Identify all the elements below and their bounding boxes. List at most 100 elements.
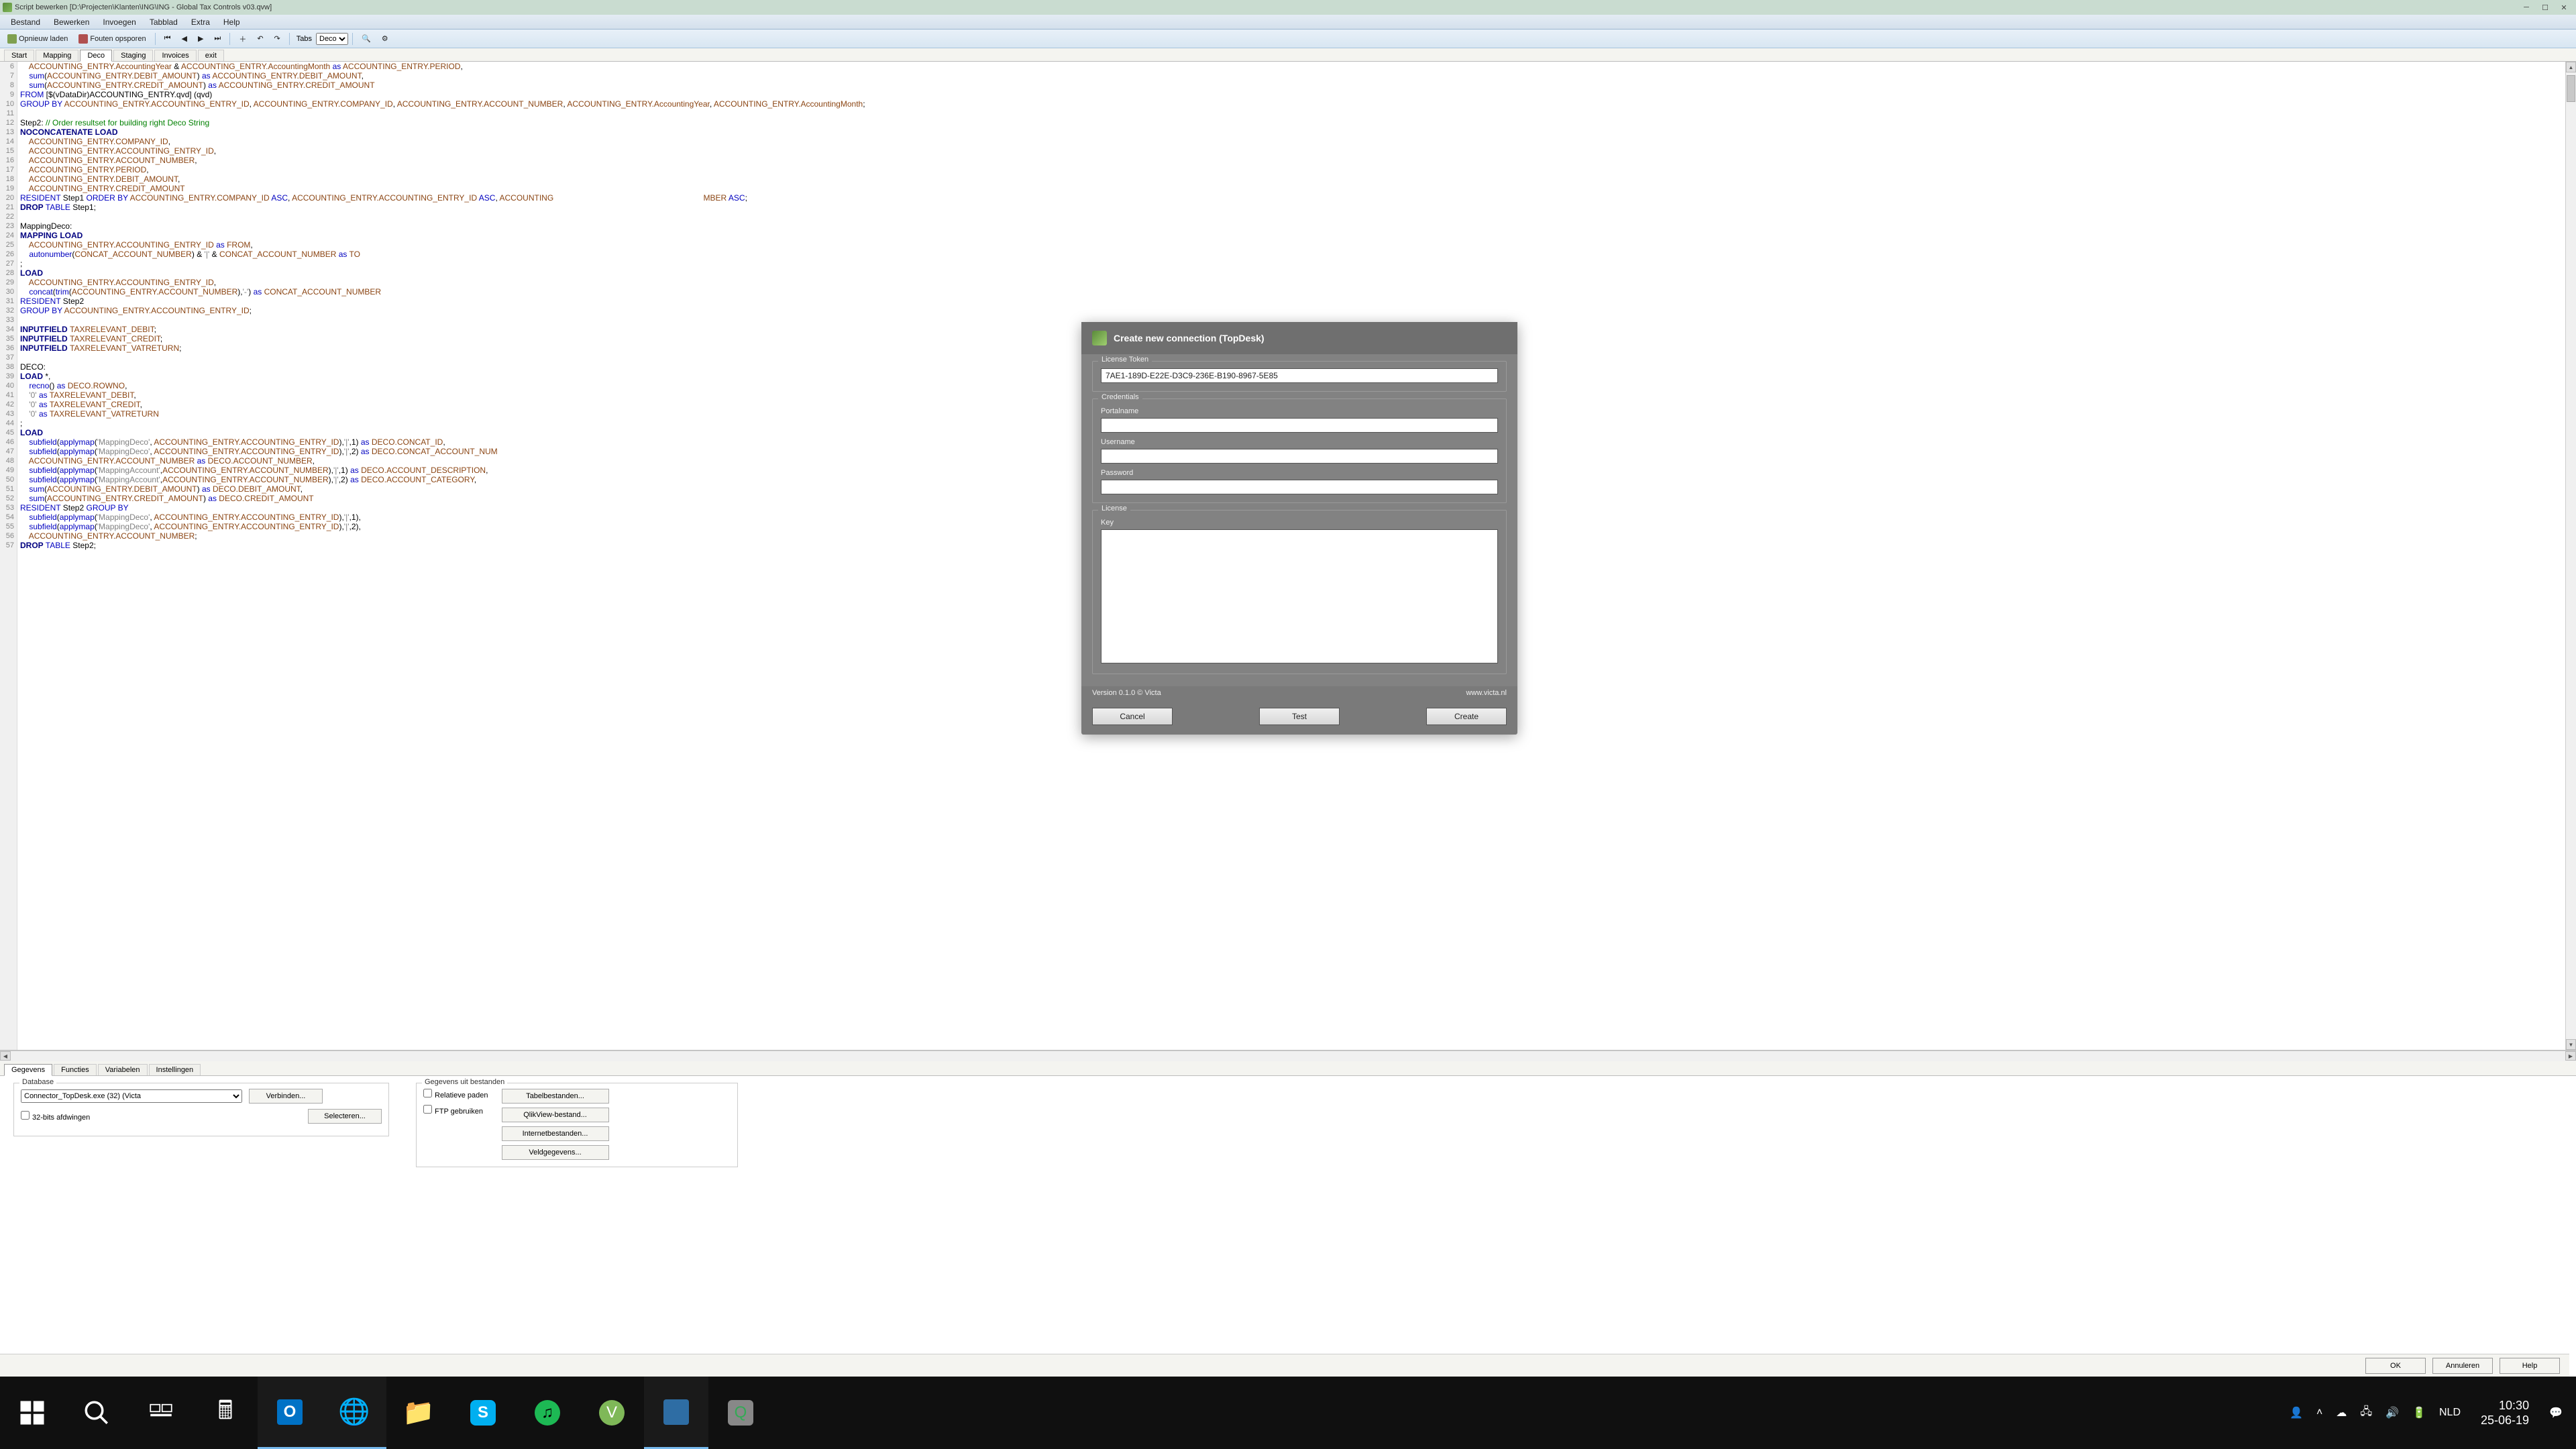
minimize-button[interactable]: ─	[2517, 1, 2536, 14]
dialog-create-button[interactable]: Create	[1426, 708, 1507, 725]
qlikview-file-button[interactable]: QlikView-bestand...	[502, 1108, 609, 1122]
use-ftp-label[interactable]: FTP gebruiken	[423, 1105, 483, 1116]
bottom-tab-instellingen[interactable]: Instellingen	[149, 1064, 201, 1075]
tab-first-button[interactable]: ⏮	[160, 32, 176, 45]
menu-help[interactable]: Help	[217, 16, 247, 28]
spotify-app[interactable]: ♫	[515, 1377, 580, 1449]
start-button[interactable]	[0, 1377, 64, 1449]
menu-extra[interactable]: Extra	[184, 16, 217, 28]
onedrive-icon[interactable]: ☁	[2336, 1406, 2347, 1419]
window-titlebar: Script bewerken [D:\Projecten\Klanten\IN…	[0, 0, 2576, 15]
scroll-right-arrow[interactable]: ▶	[2565, 1051, 2576, 1061]
bottom-panel: Database Connector_TopDesk.exe (32) (Vic…	[0, 1076, 2576, 1264]
tab-move-right-button[interactable]: ↷	[270, 32, 285, 45]
connect-button[interactable]: Verbinden...	[249, 1089, 323, 1104]
script-tab-staging[interactable]: Staging	[113, 50, 153, 61]
ok-button[interactable]: OK	[2365, 1358, 2426, 1374]
license-token-input[interactable]	[1101, 368, 1498, 383]
username-input[interactable]	[1101, 449, 1498, 464]
clock-time: 10:30	[2481, 1398, 2529, 1413]
search-button[interactable]: 🔍	[357, 32, 376, 45]
language-indicator[interactable]: NLD	[2439, 1407, 2461, 1419]
password-input[interactable]	[1101, 480, 1498, 494]
qlikview-app[interactable]	[644, 1377, 708, 1449]
toolbar-separator-3	[289, 33, 290, 45]
people-icon[interactable]: 👤	[2290, 1406, 2303, 1419]
chrome-app[interactable]: 🌐	[322, 1377, 386, 1449]
menu-invoegen[interactable]: Invoegen	[96, 16, 142, 28]
scroll-thumb[interactable]	[2567, 75, 2575, 102]
help-button[interactable]: Help	[2500, 1358, 2560, 1374]
outlook-app[interactable]: O	[258, 1377, 322, 1449]
skype-app[interactable]: S	[451, 1377, 515, 1449]
script-tab-invoices[interactable]: Invoices	[154, 50, 196, 61]
scroll-left-arrow[interactable]: ◀	[0, 1051, 11, 1061]
tab-next-button[interactable]: ▶	[193, 32, 208, 45]
volume-icon[interactable]: 🔊	[2385, 1406, 2399, 1419]
dialog-test-button[interactable]: Test	[1259, 708, 1340, 725]
tray-chevron-up-icon[interactable]: ˄	[2316, 1407, 2322, 1419]
file-explorer-app[interactable]: 📁	[386, 1377, 451, 1449]
bottom-panel-tabs: Gegevens Functies Variabelen Instellinge…	[0, 1061, 2576, 1076]
scroll-up-arrow[interactable]: ▲	[2566, 62, 2576, 72]
force-32bit-checkbox[interactable]	[21, 1111, 30, 1120]
close-button[interactable]: ✕	[2555, 1, 2573, 14]
use-ftp-checkbox[interactable]	[423, 1105, 432, 1114]
toolbar-separator	[155, 33, 156, 45]
relative-paths-checkbox[interactable]	[423, 1089, 432, 1097]
connector-dropdown[interactable]: Connector_TopDesk.exe (32) (Victa	[21, 1089, 242, 1103]
menu-bestand[interactable]: Bestand	[4, 16, 47, 28]
tab-last-button[interactable]: ⏭	[209, 32, 225, 45]
script-tab-start[interactable]: Start	[4, 50, 34, 61]
hscroll-track[interactable]	[11, 1051, 2565, 1061]
credentials-fieldset: Credentials Portalname Username Password	[1092, 398, 1507, 503]
settings-button[interactable]: ⚙	[377, 32, 393, 45]
vertical-scrollbar[interactable]: ▲ ▼	[2565, 62, 2576, 1050]
internet-files-button[interactable]: Internetbestanden...	[502, 1126, 609, 1141]
dialog-info-row: Version 0.1.0 © Victa www.victa.nl	[1081, 686, 1517, 704]
menu-bewerken[interactable]: Bewerken	[47, 16, 96, 28]
cancel-button[interactable]: Annuleren	[2432, 1358, 2493, 1374]
search-taskbar-button[interactable]	[64, 1377, 129, 1449]
tabs-dropdown[interactable]: Deco	[316, 33, 348, 45]
table-files-button[interactable]: Tabelbestanden...	[502, 1089, 609, 1104]
script-tab-deco[interactable]: Deco	[80, 50, 112, 62]
dialog-cancel-button[interactable]: Cancel	[1092, 708, 1173, 725]
app-green[interactable]: V	[580, 1377, 644, 1449]
version-text: Version 0.1.0 © Victa	[1092, 689, 1161, 697]
windows-taskbar: 🖩 O 🌐 📁 S ♫ V Q 👤 ˄ ☁ 🖧 🔊 🔋 NLD 10:30 25…	[0, 1377, 2576, 1449]
bottom-tab-variabelen[interactable]: Variabelen	[98, 1064, 148, 1075]
field-data-button[interactable]: Veldgegevens...	[502, 1145, 609, 1160]
app-gray[interactable]: Q	[708, 1377, 773, 1449]
tab-add-button[interactable]: ＋	[234, 32, 251, 46]
toolbar-separator-2	[229, 33, 230, 45]
task-view-button[interactable]	[129, 1377, 193, 1449]
reload-button[interactable]: Opnieuw laden	[3, 32, 72, 46]
tab-prev-button[interactable]: ◀	[176, 32, 191, 45]
portalname-label: Portalname	[1101, 407, 1498, 415]
bottom-tab-functies[interactable]: Functies	[54, 1064, 97, 1075]
taskbar-clock[interactable]: 10:30 25-06-19	[2474, 1398, 2536, 1428]
qlikview-icon	[3, 3, 12, 12]
force-32bit-checkbox-label[interactable]: 32-bits afdwingen	[21, 1111, 90, 1122]
horizontal-scrollbar[interactable]: ◀ ▶	[0, 1051, 2576, 1061]
menu-tabblad[interactable]: Tabblad	[143, 16, 184, 28]
battery-icon[interactable]: 🔋	[2412, 1406, 2426, 1419]
portalname-input[interactable]	[1101, 418, 1498, 433]
maximize-button[interactable]: ☐	[2536, 1, 2555, 14]
username-label: Username	[1101, 438, 1498, 446]
scroll-track[interactable]	[2566, 72, 2576, 1039]
network-icon[interactable]: 🖧	[2360, 1404, 2372, 1422]
calculator-app[interactable]: 🖩	[193, 1377, 258, 1449]
scroll-down-arrow[interactable]: ▼	[2566, 1039, 2576, 1050]
debug-button[interactable]: Fouten opsporen	[74, 32, 150, 46]
script-tab-mapping[interactable]: Mapping	[36, 50, 78, 61]
relative-paths-label[interactable]: Relatieve paden	[423, 1089, 488, 1099]
script-tab-exit[interactable]: exit	[198, 50, 224, 61]
bottom-tab-gegevens[interactable]: Gegevens	[4, 1064, 52, 1076]
select-button[interactable]: Selecteren...	[308, 1109, 382, 1124]
tab-move-left-button[interactable]: ↶	[252, 32, 268, 45]
menu-bar: Bestand Bewerken Invoegen Tabblad Extra …	[0, 15, 2576, 30]
notifications-icon[interactable]: 💬	[2549, 1406, 2563, 1419]
key-textarea[interactable]	[1101, 529, 1498, 663]
